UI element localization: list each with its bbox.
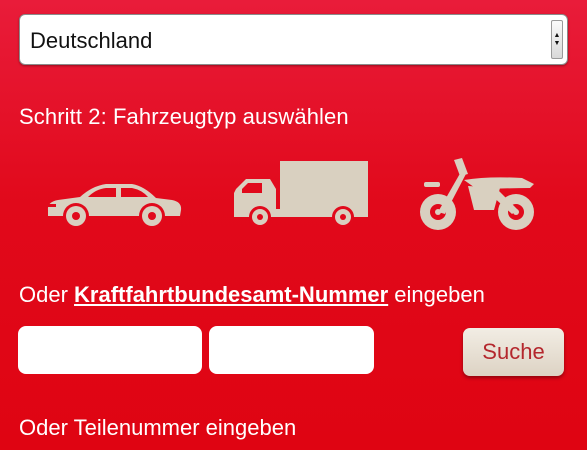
motorcycle-icon [420, 158, 534, 230]
kba-number-link[interactable]: Kraftfahrtbundesamt-Nummer [74, 282, 388, 307]
vehicle-type-truck[interactable] [232, 161, 368, 231]
step-2-label: Schritt 2: Fahrzeugtyp auswählen [19, 104, 349, 129]
kba-prefix: Oder [19, 282, 75, 307]
truck-icon [234, 161, 368, 228]
part-number-label: Oder Teilenummer eingeben [19, 415, 297, 440]
chevron-down-icon: ▼ [553, 39, 561, 47]
select-spinner-icon[interactable]: ▲ ▼ [551, 20, 563, 59]
kba-suffix: eingeben [388, 282, 485, 307]
country-select-value: Deutschland [30, 28, 153, 53]
chevron-up-icon: ▲ [553, 31, 561, 39]
country-select[interactable]: Deutschland ▲ ▼ [19, 14, 568, 65]
search-button[interactable]: Suche [463, 328, 564, 376]
car-icon [47, 184, 182, 229]
kba-number-input-1[interactable] [18, 326, 202, 374]
vehicle-type-motorcycle[interactable] [418, 156, 538, 232]
vehicle-type-car[interactable] [44, 180, 184, 230]
kba-number-input-2[interactable] [209, 326, 374, 374]
kba-number-line: Oder Kraftfahrtbundesamt-Nummer eingeben [19, 282, 485, 308]
